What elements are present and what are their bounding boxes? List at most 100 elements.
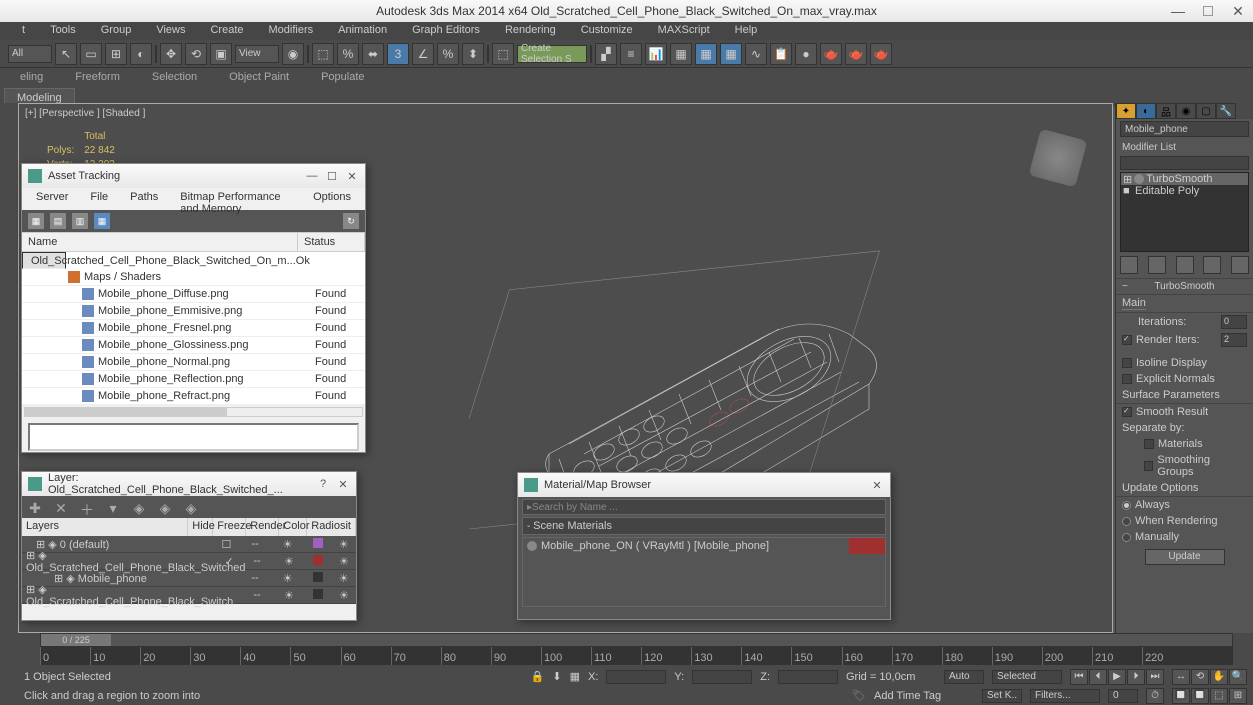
- minimize-button[interactable]: —: [1163, 0, 1193, 22]
- ribbon-tab[interactable]: Populate: [305, 68, 380, 88]
- menu-rendering[interactable]: Rendering: [495, 22, 566, 40]
- asset-row[interactable]: Mobile_phone_Reflection.pngFound: [22, 371, 365, 388]
- menu-animation[interactable]: Animation: [328, 22, 397, 40]
- nav-button[interactable]: 🔲: [1191, 688, 1209, 704]
- maximize-icon[interactable]: ☐: [325, 170, 339, 183]
- tool-icon[interactable]: ▦: [28, 213, 44, 229]
- asset-menu-item[interactable]: Paths: [120, 188, 168, 210]
- asset-row[interactable]: Old_Scratched_Cell_Phone_Black_Switched_…: [22, 252, 66, 269]
- stack-button[interactable]: [1203, 256, 1221, 274]
- stack-button[interactable]: [1231, 256, 1249, 274]
- stack-button[interactable]: [1176, 256, 1194, 274]
- nav-button[interactable]: 🔍: [1229, 669, 1247, 685]
- tool-button[interactable]: 📋: [770, 43, 792, 65]
- set-key[interactable]: Set K..: [982, 689, 1022, 703]
- nav-button[interactable]: ⊞: [1229, 688, 1247, 704]
- named-selection[interactable]: Create Selection S: [517, 45, 587, 63]
- ribbon-tab[interactable]: Freeform: [59, 68, 136, 88]
- render-iters-spinner[interactable]: 2: [1221, 333, 1247, 347]
- ribbon-tab[interactable]: Selection: [136, 68, 213, 88]
- viewcube[interactable]: [1029, 129, 1088, 188]
- modifier-stack[interactable]: ⊞TurboSmooth ■Editable Poly: [1120, 172, 1249, 252]
- layer-row[interactable]: ⊞ ◈ Old_Scratched_Cell_Phone_Black_Switc…: [22, 587, 356, 604]
- frame-field[interactable]: 0: [1108, 689, 1138, 703]
- time-tag[interactable]: Add Time Tag: [874, 690, 974, 702]
- isoline-check[interactable]: [1122, 358, 1132, 368]
- help-icon[interactable]: ?: [316, 478, 330, 490]
- asset-menu-item[interactable]: Bitmap Performance and Memory: [170, 188, 301, 210]
- delete-layer-icon[interactable]: ✕: [54, 500, 68, 514]
- minimize-icon[interactable]: —: [305, 170, 319, 182]
- tool-icon[interactable]: ◈: [184, 500, 198, 514]
- tool-button[interactable]: ↖: [55, 43, 77, 65]
- modify-tab[interactable]: ◐: [1136, 103, 1156, 119]
- nav-button[interactable]: ⟲: [1191, 669, 1209, 685]
- ribbon-tab[interactable]: Object Paint: [213, 68, 305, 88]
- refresh-icon[interactable]: ↻: [343, 213, 359, 229]
- tool-icon[interactable]: ▦: [94, 213, 110, 229]
- render-button[interactable]: 🫖: [870, 43, 892, 65]
- whenrender-radio[interactable]: [1122, 517, 1131, 526]
- menu-group[interactable]: Group: [91, 22, 142, 40]
- menu-t[interactable]: t: [12, 22, 35, 40]
- menu-help[interactable]: Help: [725, 22, 768, 40]
- smooth-check[interactable]: [1122, 407, 1132, 417]
- menu-customize[interactable]: Customize: [571, 22, 643, 40]
- tool-button[interactable]: ⊞: [105, 43, 127, 65]
- asset-tracking-panel[interactable]: Asset Tracking — ☐ ✕ ServerFilePathsBitm…: [21, 163, 366, 453]
- time-thumb[interactable]: 0 / 225: [41, 634, 111, 646]
- asset-menu-item[interactable]: Options: [303, 188, 361, 210]
- scroll-bar[interactable]: [24, 407, 363, 417]
- y-field[interactable]: [692, 670, 752, 684]
- menu-views[interactable]: Views: [146, 22, 195, 40]
- angle-snap[interactable]: ∠: [412, 43, 434, 65]
- hierarchy-tab[interactable]: 品: [1156, 103, 1176, 119]
- explicit-check[interactable]: [1122, 374, 1132, 384]
- asset-row[interactable]: Maps / Shaders: [22, 269, 365, 286]
- asset-menu-item[interactable]: Server: [26, 188, 78, 210]
- new-layer-icon[interactable]: ✚: [28, 500, 42, 514]
- nav-button[interactable]: 🔲: [1172, 688, 1190, 704]
- asset-row[interactable]: Mobile_phone_Normal.pngFound: [22, 354, 365, 371]
- tool-icon[interactable]: ▥: [72, 213, 88, 229]
- pin-button[interactable]: [1120, 256, 1138, 274]
- stack-button[interactable]: [1148, 256, 1166, 274]
- render-button[interactable]: 🫖: [845, 43, 867, 65]
- always-radio[interactable]: [1122, 501, 1131, 510]
- asset-row[interactable]: Mobile_phone_Diffuse.pngFound: [22, 286, 365, 303]
- tool-icon[interactable]: ▤: [50, 213, 66, 229]
- tool-button[interactable]: ◐: [130, 43, 152, 65]
- move-tool[interactable]: ✥: [160, 43, 182, 65]
- close-button[interactable]: ✕: [1223, 0, 1253, 22]
- smgroups-check[interactable]: [1144, 461, 1154, 471]
- menu-graph editors[interactable]: Graph Editors: [402, 22, 490, 40]
- menu-modifiers[interactable]: Modifiers: [259, 22, 324, 40]
- iterations-spinner[interactable]: 0: [1221, 315, 1247, 329]
- tool-button[interactable]: %: [337, 43, 359, 65]
- asset-input[interactable]: [28, 423, 359, 451]
- display-tab[interactable]: ▢: [1196, 103, 1216, 119]
- menu-create[interactable]: Create: [200, 22, 253, 40]
- scale-tool[interactable]: ▣: [210, 43, 232, 65]
- asset-row[interactable]: Mobile_phone_Refract.pngFound: [22, 388, 365, 405]
- layer-row[interactable]: ⊞ ◈ Old_Scratched_Cell_Phone_Black_Switc…: [22, 553, 356, 570]
- next-frame[interactable]: ⏵: [1127, 669, 1145, 685]
- goto-start[interactable]: ⏮: [1070, 669, 1088, 685]
- layer-panel[interactable]: Layer: Old_Scratched_Cell_Phone_Black_Sw…: [21, 471, 357, 621]
- tool-button[interactable]: ▦: [695, 43, 717, 65]
- modifier-item[interactable]: ■Editable Poly: [1121, 185, 1248, 197]
- auto-key[interactable]: Auto: [944, 670, 984, 684]
- create-tab[interactable]: ✦: [1116, 103, 1136, 119]
- tool-button[interactable]: %: [437, 43, 459, 65]
- tool-button[interactable]: ▦: [670, 43, 692, 65]
- tool-button[interactable]: ◉: [282, 43, 304, 65]
- goto-end[interactable]: ⏭: [1146, 669, 1164, 685]
- z-field[interactable]: [778, 670, 838, 684]
- selection-filter[interactable]: All: [8, 45, 52, 63]
- object-name-field[interactable]: Mobile_phone: [1120, 121, 1249, 137]
- prev-frame[interactable]: ⏴: [1089, 669, 1107, 685]
- material-item[interactable]: Mobile_phone_ON ( VRayMtl ) [Mobile_phon…: [523, 538, 885, 554]
- material-editor[interactable]: ●: [795, 43, 817, 65]
- tool-button[interactable]: ⬚: [492, 43, 514, 65]
- nav-button[interactable]: ✋: [1210, 669, 1228, 685]
